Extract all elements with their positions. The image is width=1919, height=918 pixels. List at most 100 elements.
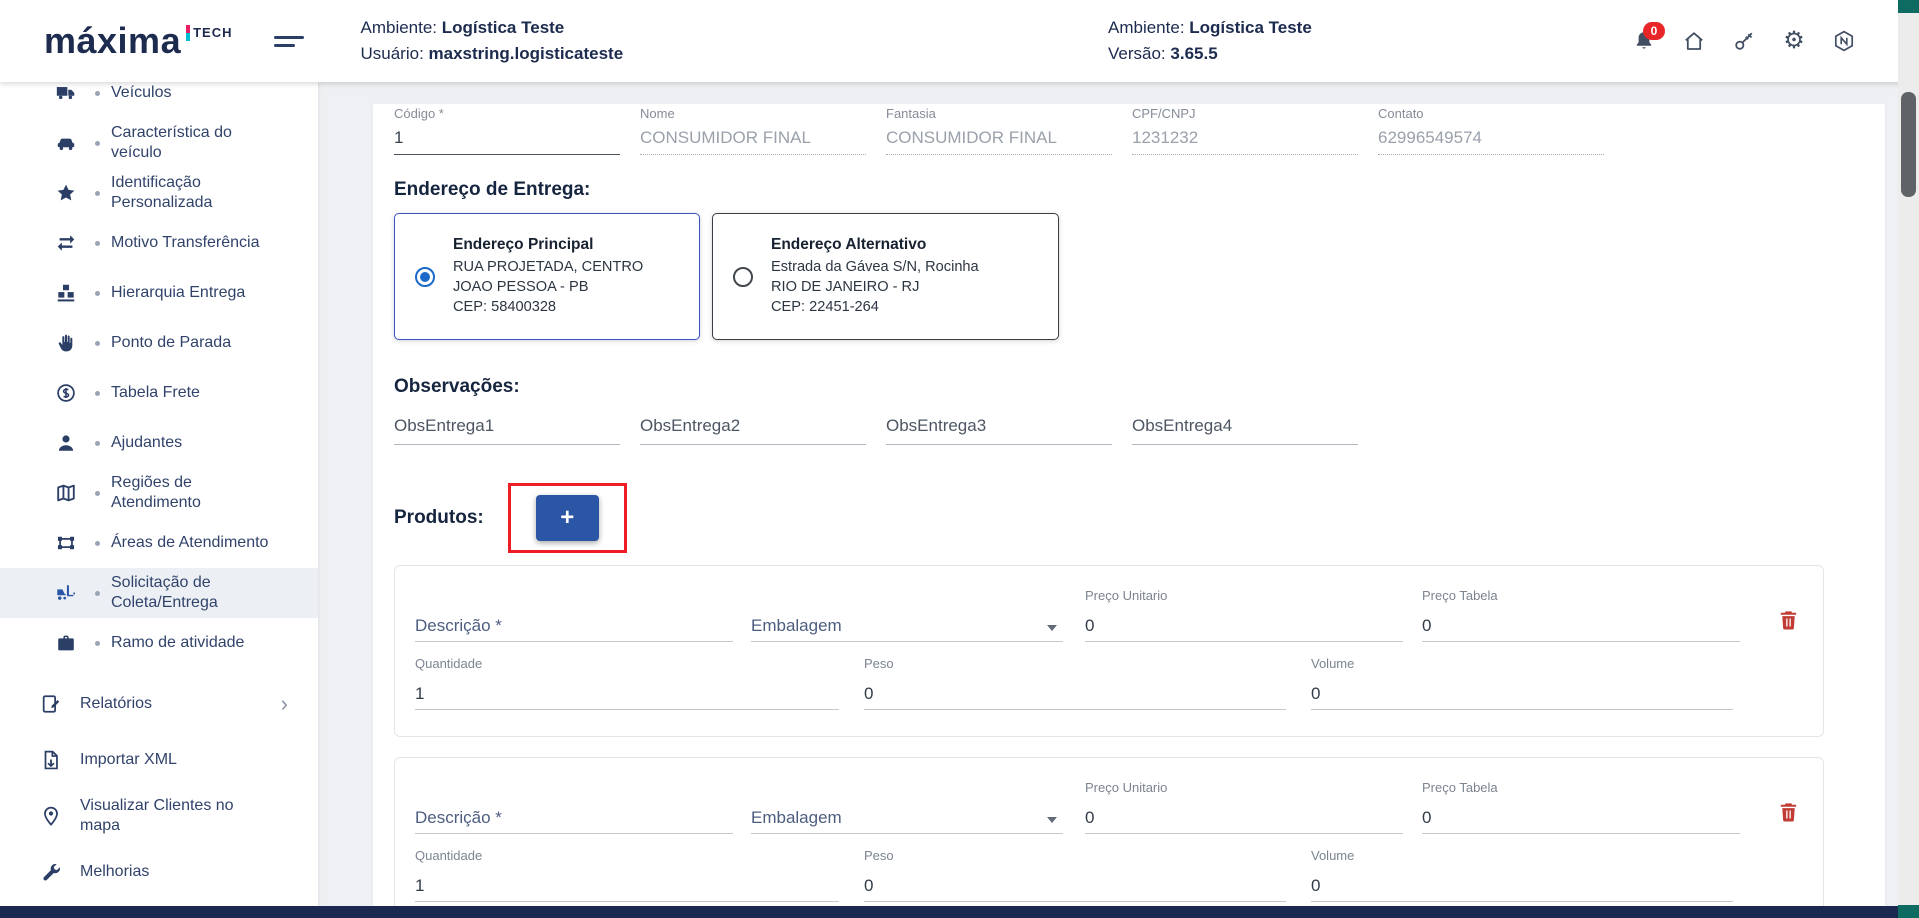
quantidade-input[interactable]: Quantidade 1 <box>415 848 839 902</box>
sidebar-item-ajudantes[interactable]: Ajudantes <box>0 418 318 468</box>
logo-text: máxima <box>44 23 181 59</box>
sidebar-item-ponto-de-parada[interactable]: Ponto de Parada <box>0 318 318 368</box>
home-icon <box>1682 29 1706 53</box>
sidebar-item-motivo-transferencia[interactable]: Motivo Transferência <box>0 218 318 268</box>
quantidade-input[interactable]: Quantidade 1 <box>415 656 839 710</box>
settings-button[interactable]: ⚙ <box>1781 28 1807 54</box>
sidebar-item-label: Característica do veículo <box>111 123 269 163</box>
contato-label: Contato <box>1378 106 1604 121</box>
pallet-boxes-icon <box>52 281 80 305</box>
preco-unitario-input[interactable]: Preço Unitario 0 <box>1085 780 1403 834</box>
maxima-logo[interactable]: máxima TECH <box>44 23 232 59</box>
product-row-card-1: Descrição * Embalagem Preço Unitario 0 P… <box>394 565 1824 737</box>
codigo-value[interactable]: 1 <box>394 128 620 155</box>
obs-entrega-1-input[interactable]: ObsEntrega1 <box>394 416 620 445</box>
versao-label: Versão: <box>1108 44 1166 63</box>
endereco-entrega-heading: Endereço de Entrega: <box>394 179 1864 201</box>
notification-badge: 0 <box>1643 22 1665 40</box>
sidebar-item-label: Regiões de Atendimento <box>111 473 269 513</box>
sidebar-item-melhorias[interactable]: Melhorias <box>0 844 318 900</box>
nome-field: Nome CONSUMIDOR FINAL <box>640 106 866 155</box>
descricao-input[interactable]: Descrição * <box>415 780 733 834</box>
sidebar-item-label: Visualizar Clientes no mapa <box>80 796 270 836</box>
area-selection-icon <box>52 531 80 555</box>
bullet-dot <box>95 491 100 496</box>
sidebar-item-identificacao-personalizada[interactable]: Identificação Personalizada <box>0 168 318 218</box>
forklift-icon <box>52 581 80 605</box>
delete-product-button[interactable] <box>1775 608 1801 634</box>
sidebar-item-importar-xml[interactable]: Importar XML <box>0 732 318 788</box>
endereco-alternativo-option[interactable]: Endereço Alternativo Estrada da Gávea S/… <box>712 213 1059 340</box>
menu-toggle-button[interactable] <box>274 31 304 52</box>
quantidade-label: Quantidade <box>415 656 482 671</box>
peso-input[interactable]: Peso 0 <box>864 656 1286 710</box>
notifications-button[interactable]: 0 <box>1631 28 1657 54</box>
obs-entrega-2-input[interactable]: ObsEntrega2 <box>640 416 866 445</box>
bullet-dot <box>95 641 100 646</box>
ambiente-label: Ambiente: <box>360 18 437 37</box>
sidebar-item-ramo-atividade[interactable]: Ramo de atividade <box>0 618 318 668</box>
volume-value: 0 <box>1311 876 1320 896</box>
sidebar-item-visualizar-clientes-mapa[interactable]: Visualizar Clientes no mapa <box>0 788 318 844</box>
codigo-field[interactable]: Código * 1 <box>394 106 620 155</box>
volume-input[interactable]: Volume 0 <box>1311 656 1733 710</box>
access-keys-button[interactable] <box>1731 28 1757 54</box>
sidebar-item-hierarquia-entrega[interactable]: Hierarquia Entrega <box>0 268 318 318</box>
descricao-input[interactable]: Descrição * <box>415 588 733 642</box>
ambiente-value-2: Logística Teste <box>1189 18 1312 37</box>
sidebar-item-label: Hierarquia Entrega <box>111 283 269 303</box>
sidebar-item-tabela-frete[interactable]: Tabela Frete <box>0 368 318 418</box>
annotation-highlight-rectangle: + <box>508 483 627 553</box>
produtos-header-row: Produtos: + <box>394 483 1864 553</box>
obs-entrega-3-input[interactable]: ObsEntrega3 <box>886 416 1112 445</box>
usuario-label: Usuário: <box>360 44 423 63</box>
sidebar-item-label: Ponto de Parada <box>111 333 269 353</box>
volume-label: Volume <box>1311 656 1354 671</box>
address-line: Estrada da Gávea S/N, Rocinha <box>771 257 979 277</box>
app-header: máxima TECH Ambiente: Logística Teste Us… <box>0 0 1919 82</box>
embalagem-placeholder: Embalagem <box>751 616 842 636</box>
delete-product-button[interactable] <box>1775 800 1801 826</box>
sidebar-item-caracteristica-veiculo[interactable]: Característica do veículo <box>0 118 318 168</box>
preco-unitario-input[interactable]: Preço Unitario 0 <box>1085 588 1403 642</box>
embalagem-select[interactable]: Embalagem <box>751 780 1063 834</box>
sidebar-item-veiculos[interactable]: Veículos <box>0 82 318 118</box>
preco-tabela-value: 0 <box>1422 808 1431 828</box>
dollar-circle-icon <box>52 381 80 405</box>
radio-unselected-icon[interactable] <box>733 267 753 287</box>
product-row-line1: Descrição * Embalagem Preço Unitario 0 P… <box>415 780 1803 834</box>
preco-tabela-input[interactable]: Preço Tabela 0 <box>1422 780 1740 834</box>
endereco-principal-option[interactable]: Endereço Principal RUA PROJETADA, CENTRO… <box>394 213 700 340</box>
scrollbar-thumb[interactable] <box>1901 92 1916 197</box>
trash-icon <box>1777 608 1800 631</box>
sidebar-item-label: Relatórios <box>80 694 270 714</box>
sidebar-item-solicitacao-coleta-entrega[interactable]: Solicitação de Coleta/Entrega <box>0 568 318 618</box>
embalagem-select[interactable]: Embalagem <box>751 588 1063 642</box>
volume-input[interactable]: Volume 0 <box>1311 848 1733 902</box>
sidebar-item-areas-atendimento[interactable]: Áreas de Atendimento <box>0 518 318 568</box>
cpf-cnpj-label: CPF/CNPJ <box>1132 106 1358 121</box>
page-scrollbar[interactable] <box>1898 0 1919 918</box>
radio-selected-icon[interactable] <box>415 267 435 287</box>
preco-tabela-value: 0 <box>1422 616 1431 636</box>
sidebar-item-label: Identificação Personalizada <box>111 173 269 213</box>
bullet-dot <box>95 441 100 446</box>
person-icon <box>52 431 80 455</box>
preco-tabela-input[interactable]: Preço Tabela 0 <box>1422 588 1740 642</box>
hexagon-logo-button[interactable] <box>1831 28 1857 54</box>
scrollbar-top-button[interactable] <box>1898 0 1919 13</box>
obs-entrega-4-input[interactable]: ObsEntrega4 <box>1132 416 1358 445</box>
sidebar-item-regioes-atendimento[interactable]: Regiões de Atendimento <box>0 468 318 518</box>
scrollbar-bottom-button[interactable] <box>1898 905 1919 918</box>
peso-value: 0 <box>864 876 873 896</box>
embalagem-placeholder: Embalagem <box>751 808 842 828</box>
peso-input[interactable]: Peso 0 <box>864 848 1286 902</box>
bullet-dot <box>95 141 100 146</box>
header-actions: 0 ⚙ <box>1631 0 1857 82</box>
preco-tabela-label: Preço Tabela <box>1422 588 1498 603</box>
product-row-line2: Quantidade 1 Peso 0 Volume 0 <box>415 848 1803 902</box>
add-product-button[interactable]: + <box>536 495 599 541</box>
codigo-label: Código * <box>394 106 620 121</box>
sidebar-item-relatorios[interactable]: Relatórios › <box>0 676 318 732</box>
home-button[interactable] <box>1681 28 1707 54</box>
